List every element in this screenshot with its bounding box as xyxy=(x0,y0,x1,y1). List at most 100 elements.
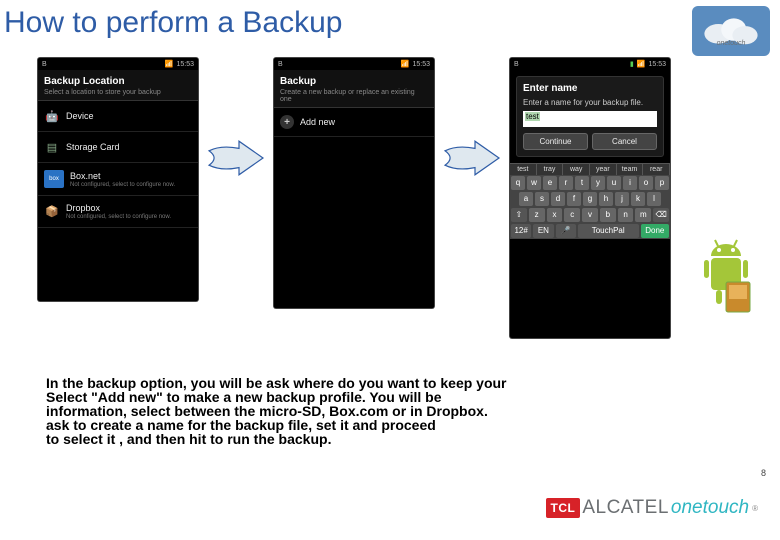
suggestion[interactable]: tray xyxy=(537,164,564,175)
suggestion[interactable]: year xyxy=(590,164,617,175)
key[interactable]: i xyxy=(623,176,637,190)
arrow-right-icon xyxy=(206,128,266,188)
android-mascot-icon xyxy=(696,232,756,322)
key[interactable]: x xyxy=(547,208,563,222)
key[interactable]: v xyxy=(582,208,598,222)
screen1-header: Backup Location Select a location to sto… xyxy=(38,70,198,101)
cancel-button[interactable]: Cancel xyxy=(592,133,657,150)
key-shift[interactable]: ⇧ xyxy=(511,208,527,222)
text-line: to select it , and then hit to run the b… xyxy=(46,432,686,446)
option-label: Storage Card xyxy=(66,142,120,153)
tcl-logo: TCL xyxy=(546,498,581,518)
clock: 15:53 xyxy=(648,61,666,68)
option-storage-card[interactable]: ▤ Storage Card xyxy=(38,132,198,163)
suggestion[interactable]: way xyxy=(563,164,590,175)
key[interactable]: g xyxy=(583,192,597,206)
status-bar: B 📶15:53 xyxy=(274,58,434,70)
key[interactable]: b xyxy=(600,208,616,222)
screen2-header: Backup Create a new backup or replace an… xyxy=(274,70,434,108)
plus-icon: + xyxy=(280,115,294,129)
signal-icon: 📶 xyxy=(165,60,174,68)
signal-icon: 📶 xyxy=(401,60,410,68)
key[interactable]: p xyxy=(655,176,669,190)
key[interactable]: l xyxy=(647,192,661,206)
sd-icon: ▤ xyxy=(44,139,60,155)
text-line: information, select between the micro-SD… xyxy=(46,404,686,418)
page-number: 8 xyxy=(761,468,766,478)
registered-mark: ® xyxy=(752,504,758,513)
option-label: Device xyxy=(66,111,94,122)
suggestion[interactable]: rear xyxy=(643,164,670,175)
key[interactable]: w xyxy=(527,176,541,190)
screenshots-row: B 📶15:53 Backup Location Select a locati… xyxy=(38,58,780,338)
footer-logo: TCL ALCATELonetouch® xyxy=(546,490,759,526)
dialog-title: Enter name xyxy=(523,83,657,94)
suggestion[interactable]: test xyxy=(510,164,537,175)
key-backspace[interactable]: ⌫ xyxy=(653,208,669,222)
key[interactable]: r xyxy=(559,176,573,190)
dialog-message: Enter a name for your backup file. xyxy=(523,98,657,107)
option-label: Box.netNot configured, select to configu… xyxy=(70,171,175,188)
key[interactable]: h xyxy=(599,192,613,206)
key[interactable]: n xyxy=(618,208,634,222)
key[interactable]: o xyxy=(639,176,653,190)
option-label: Add new xyxy=(300,117,335,127)
key[interactable]: a xyxy=(519,192,533,206)
enter-name-dialog: Enter name Enter a name for your backup … xyxy=(516,76,664,157)
android-mascot xyxy=(696,232,756,322)
key[interactable]: t xyxy=(575,176,589,190)
onetouch-cloud-badge: onetouch xyxy=(692,6,770,56)
suggestion[interactable]: team xyxy=(617,164,644,175)
backup-name-input[interactable]: test xyxy=(523,111,657,127)
text-line: Select "Add new" to make a new backup pr… xyxy=(46,390,686,404)
text-line: In the backup option, you will be ask wh… xyxy=(46,376,686,390)
screen1-title: Backup Location xyxy=(44,76,192,87)
option-add-new[interactable]: + Add new xyxy=(274,108,434,137)
key[interactable]: e xyxy=(543,176,557,190)
bt-icon: B xyxy=(278,61,283,68)
instruction-text: In the backup option, you will be ask wh… xyxy=(46,376,686,446)
screenshot-3: B ▮📶15:53 Enter name Enter a name for yo… xyxy=(510,58,670,338)
screenshot-1: B 📶15:53 Backup Location Select a locati… xyxy=(38,58,198,301)
dropbox-icon: 📦 xyxy=(44,204,60,220)
key-language[interactable]: EN xyxy=(533,224,553,238)
arrow-right-icon xyxy=(442,128,502,188)
key[interactable]: s xyxy=(535,192,549,206)
status-bar: B 📶15:53 xyxy=(38,58,198,70)
key[interactable]: k xyxy=(631,192,645,206)
flow-arrow-1 xyxy=(206,128,266,188)
option-dropbox[interactable]: 📦 DropboxNot configured, select to confi… xyxy=(38,196,198,228)
key-mic[interactable]: 🎤 xyxy=(556,224,576,238)
key[interactable]: z xyxy=(529,208,545,222)
clock: 15:53 xyxy=(176,61,194,68)
key[interactable]: u xyxy=(607,176,621,190)
key[interactable]: d xyxy=(551,192,565,206)
screen2-subtitle: Create a new backup or replace an existi… xyxy=(280,89,428,103)
option-boxnet[interactable]: box Box.netNot configured, select to con… xyxy=(38,163,198,196)
key[interactable]: j xyxy=(615,192,629,206)
key[interactable]: q xyxy=(511,176,525,190)
key[interactable]: c xyxy=(564,208,580,222)
key-space[interactable]: TouchPal xyxy=(578,224,639,238)
key[interactable]: m xyxy=(635,208,651,222)
key-symbols[interactable]: 12# xyxy=(511,224,531,238)
keyboard-suggestions[interactable]: test tray way year team rear xyxy=(510,163,670,175)
soft-keyboard[interactable]: q w e r t y u i o p a s d f g h j k l xyxy=(510,175,670,239)
option-device[interactable]: 🤖 Device xyxy=(38,101,198,132)
bt-icon: B xyxy=(42,61,47,68)
screenshot-2: B 📶15:53 Backup Create a new backup or r… xyxy=(274,58,434,308)
flow-arrow-2 xyxy=(442,128,502,188)
kbd-row-1: q w e r t y u i o p xyxy=(510,175,670,191)
continue-button[interactable]: Continue xyxy=(523,133,588,150)
key[interactable]: f xyxy=(567,192,581,206)
key[interactable]: y xyxy=(591,176,605,190)
key-done[interactable]: Done xyxy=(641,224,669,238)
cloud-icon: onetouch xyxy=(696,10,766,52)
battery-icon: ▮ xyxy=(630,60,634,68)
kbd-row-3: ⇧ z x c v b n m ⌫ xyxy=(510,207,670,223)
backup-list: + Add new xyxy=(274,108,434,308)
option-label: DropboxNot configured, select to configu… xyxy=(66,203,171,220)
kbd-row-2: a s d f g h j k l xyxy=(510,191,670,207)
box-icon: box xyxy=(44,170,64,188)
android-icon: 🤖 xyxy=(44,108,60,124)
